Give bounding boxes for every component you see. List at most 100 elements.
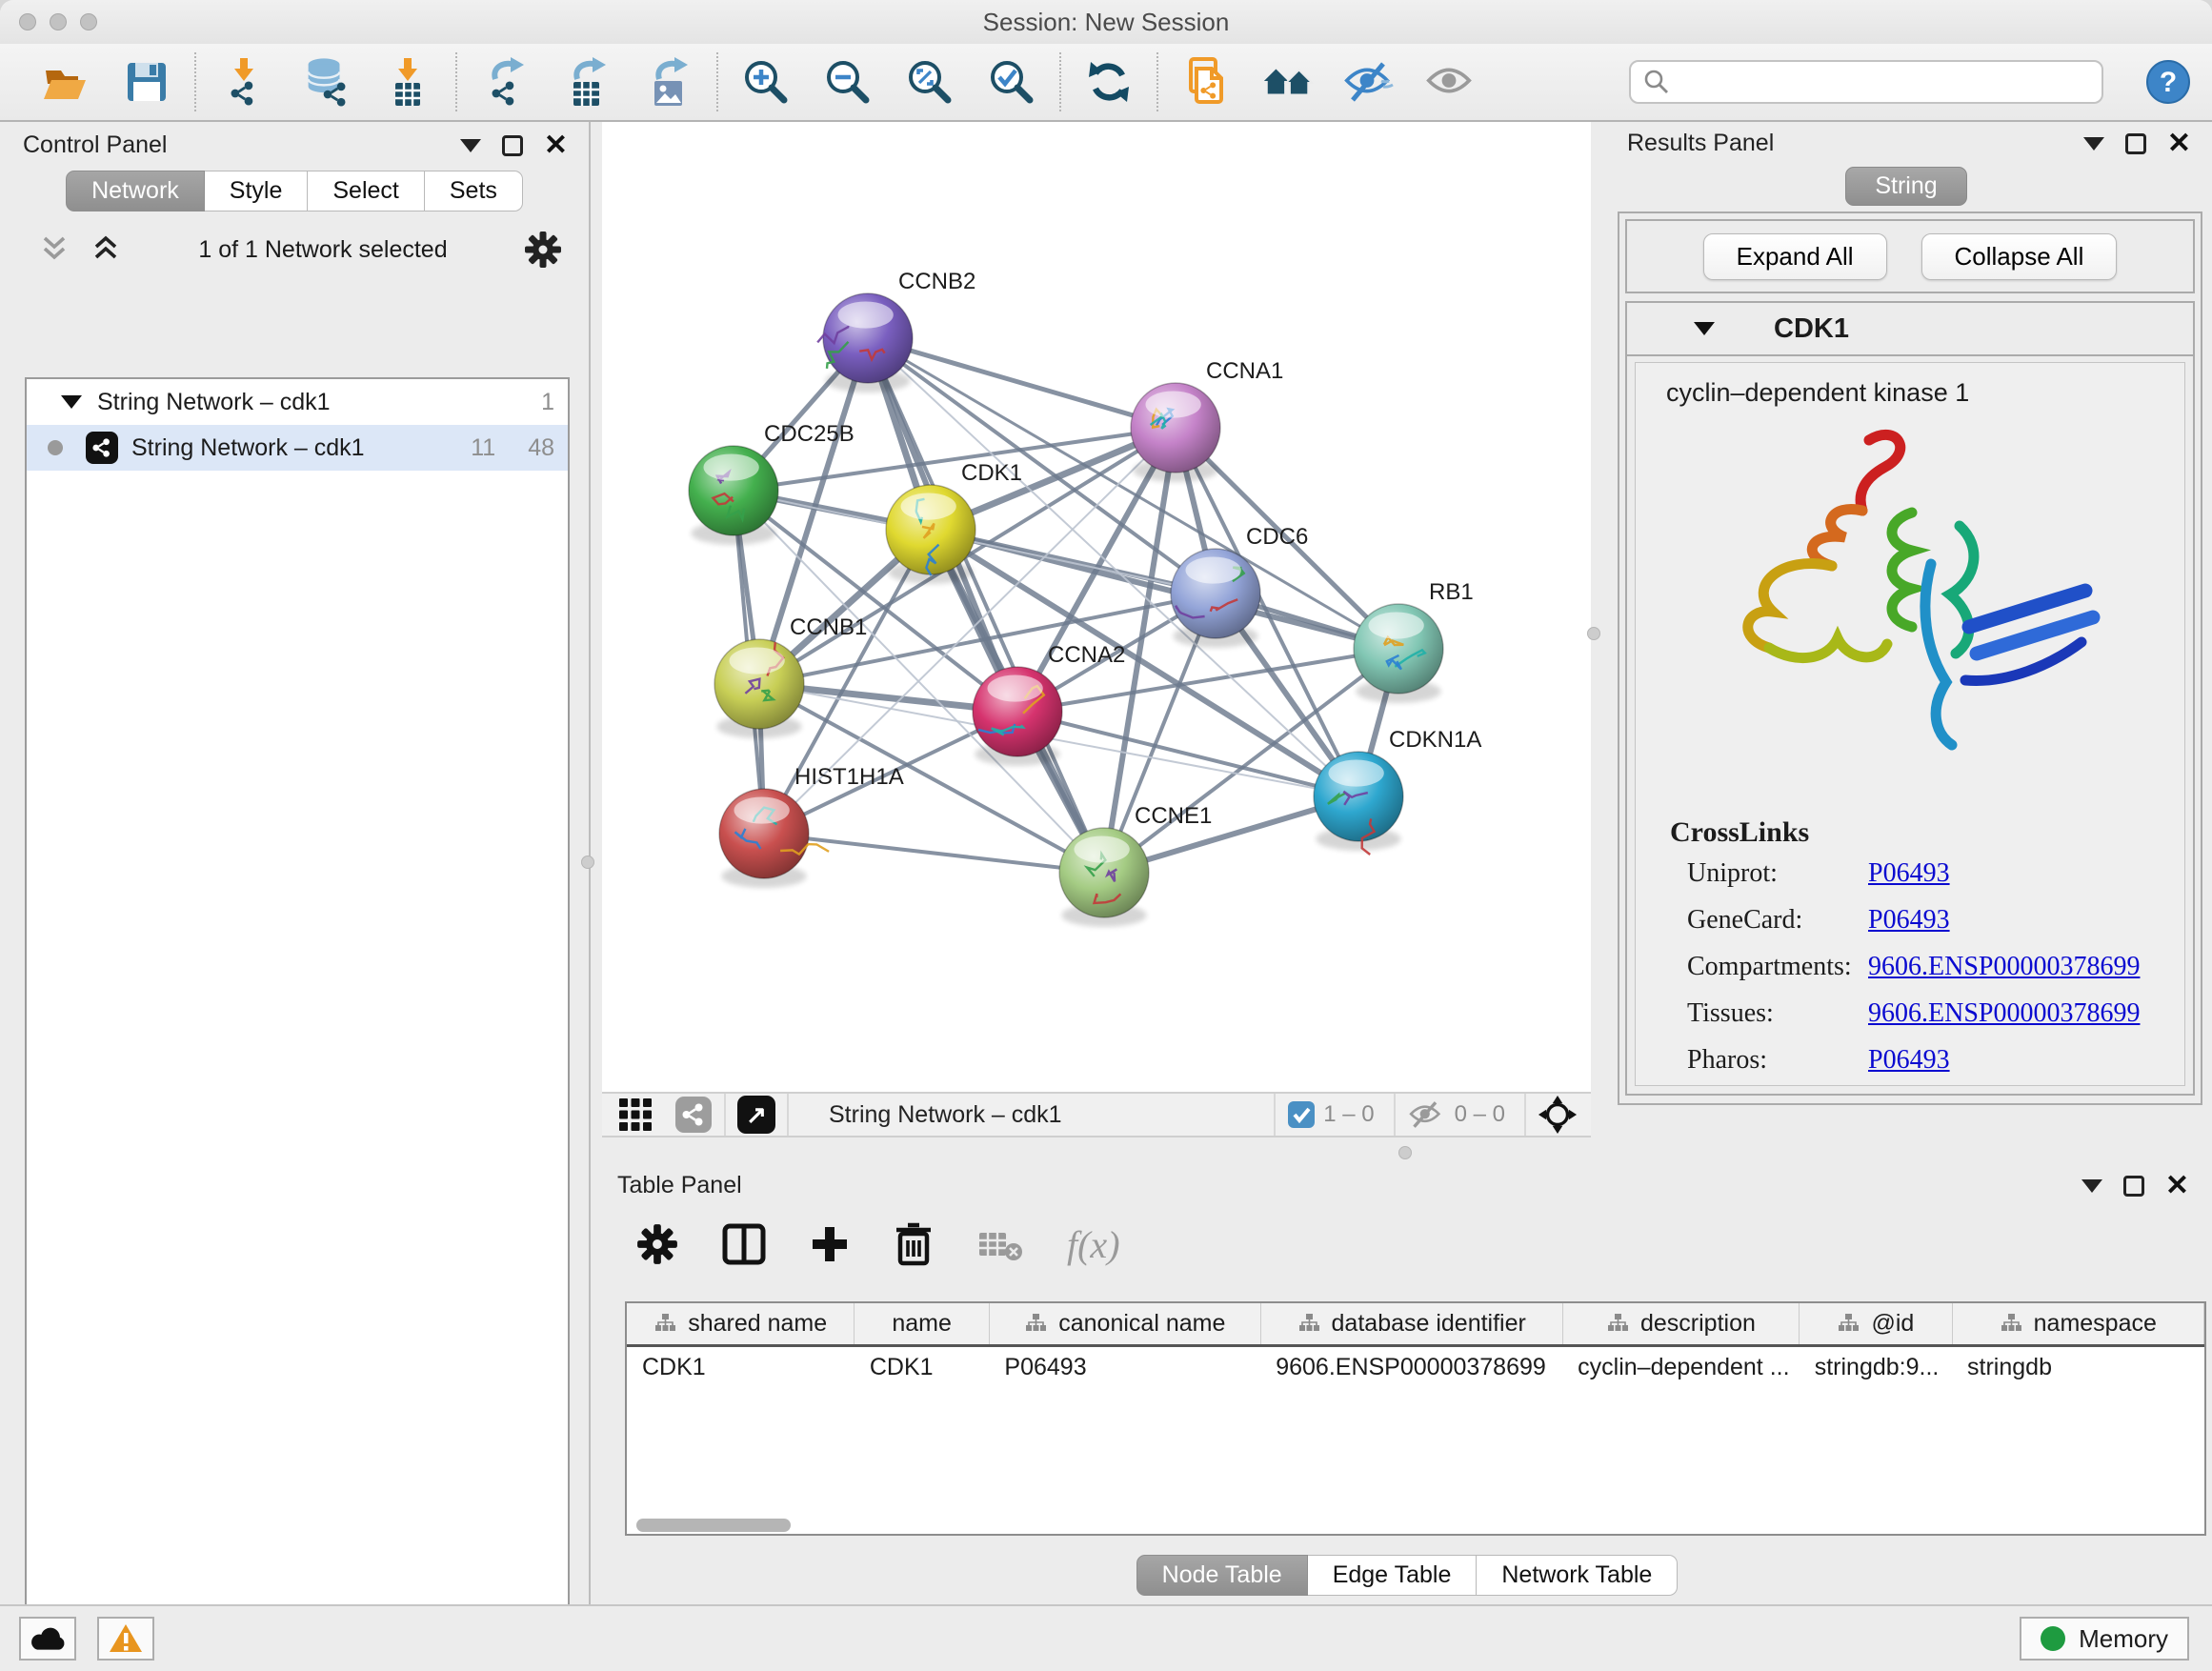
help-button[interactable]: ? xyxy=(2142,55,2195,109)
import-network-button[interactable] xyxy=(217,55,271,109)
export-table-button[interactable] xyxy=(560,55,613,109)
close-panel-icon[interactable]: ✕ xyxy=(2165,1176,2189,1197)
network-collection-row[interactable]: String Network – cdk1 1 xyxy=(27,379,568,425)
add-column-icon[interactable] xyxy=(810,1224,850,1264)
tab-string[interactable]: String xyxy=(1845,167,1966,206)
table-cell[interactable]: CDK1 xyxy=(627,1345,855,1389)
search-box[interactable] xyxy=(1629,60,2103,104)
gene-expander-icon[interactable] xyxy=(1694,322,1715,335)
column-header-description[interactable]: description xyxy=(1562,1303,1800,1345)
table-cell[interactable]: cyclin–dependent ... xyxy=(1562,1345,1800,1389)
gene-section-header[interactable]: CDK1 xyxy=(1627,303,2193,356)
node-CDKN1A[interactable] xyxy=(1314,752,1403,855)
network-row[interactable]: String Network – cdk1 11 48 xyxy=(27,425,568,471)
node-CCNE1[interactable] xyxy=(1059,828,1149,927)
collapse-all-button[interactable]: Collapse All xyxy=(1921,233,2118,280)
collapse-all-icon[interactable] xyxy=(38,234,70,265)
column-header-canonical-name[interactable]: canonical name xyxy=(989,1303,1260,1345)
node-CCNB2[interactable] xyxy=(817,293,913,393)
crosslink-link[interactable]: P06493 xyxy=(1868,1045,1950,1076)
show-labels-button[interactable] xyxy=(1425,55,1478,109)
crosslink-link[interactable]: P06493 xyxy=(1868,905,1950,936)
memory-button[interactable]: Memory xyxy=(2020,1617,2189,1661)
cloud-status-button[interactable] xyxy=(19,1617,76,1661)
zoom-in-button[interactable] xyxy=(739,55,793,109)
tab-edge-table[interactable]: Edge Table xyxy=(1308,1555,1478,1596)
table-horizontal-scrollbar[interactable] xyxy=(625,1517,2206,1534)
zoom-selected-button[interactable] xyxy=(985,55,1038,109)
column-header-name[interactable]: name xyxy=(855,1303,990,1345)
function-builder-button[interactable]: f(x) xyxy=(1067,1222,1120,1267)
open-session-button[interactable] xyxy=(38,55,91,109)
crosslink-link[interactable]: 9606.ENSP00000378699 xyxy=(1868,998,2140,1029)
delete-column-icon[interactable] xyxy=(894,1222,934,1266)
export-image-button[interactable] xyxy=(642,55,695,109)
collection-expander-icon[interactable] xyxy=(61,395,82,409)
save-session-button[interactable] xyxy=(120,55,173,109)
node-CCNB1[interactable] xyxy=(714,639,804,738)
panel-menu-icon[interactable] xyxy=(460,139,481,152)
tab-node-table[interactable]: Node Table xyxy=(1136,1555,1308,1596)
tab-network[interactable]: Network xyxy=(66,171,205,211)
column-header--id[interactable]: @id xyxy=(1800,1303,1952,1345)
node-CCNA2[interactable] xyxy=(973,667,1062,766)
table-cell[interactable]: P06493 xyxy=(989,1345,1260,1389)
import-network-from-database-button[interactable] xyxy=(299,55,352,109)
refresh-button[interactable] xyxy=(1082,55,1136,109)
hide-labels-button[interactable] xyxy=(1343,55,1397,109)
column-header-shared-name[interactable]: shared name xyxy=(627,1303,855,1345)
scrollbar-thumb[interactable] xyxy=(636,1519,791,1532)
tab-style[interactable]: Style xyxy=(205,171,309,211)
hidden-eye-icon[interactable] xyxy=(1407,1099,1447,1130)
table-cell[interactable]: 9606.ENSP00000378699 xyxy=(1260,1345,1562,1389)
expand-all-icon[interactable] xyxy=(90,234,122,265)
node-CDK1[interactable] xyxy=(886,485,975,584)
panel-menu-icon[interactable] xyxy=(2081,1179,2102,1193)
edge-HIST1H1A-CCNE1[interactable] xyxy=(764,834,1104,873)
node-CCNA1[interactable] xyxy=(1131,383,1220,482)
node-RB1[interactable] xyxy=(1354,604,1443,703)
panel-menu-icon[interactable] xyxy=(2083,137,2104,151)
column-header-database-identifier[interactable]: database identifier xyxy=(1260,1303,1562,1345)
table-cell[interactable]: CDK1 xyxy=(855,1345,990,1389)
export-network-button[interactable] xyxy=(478,55,532,109)
node-CDC6[interactable] xyxy=(1171,549,1260,648)
node-CDC25B[interactable] xyxy=(689,446,778,545)
close-panel-icon[interactable]: ✕ xyxy=(2167,133,2191,154)
open-in-browser-icon[interactable]: ↗ xyxy=(737,1096,775,1134)
network-badge-icon[interactable] xyxy=(674,1096,713,1134)
node-table[interactable]: shared namenamecanonical namedatabase id… xyxy=(625,1301,2206,1536)
table-row[interactable]: CDK1CDK1P064939606.ENSP00000378699cyclin… xyxy=(627,1345,2204,1389)
tab-network-table[interactable]: Network Table xyxy=(1477,1555,1678,1596)
table-options-gear-icon[interactable] xyxy=(636,1223,678,1265)
column-header-namespace[interactable]: namespace xyxy=(1952,1303,2203,1345)
import-table-button[interactable] xyxy=(381,55,434,109)
close-panel-icon[interactable]: ✕ xyxy=(544,135,568,156)
duplicate-network-button[interactable] xyxy=(1179,55,1233,109)
edge-CCNB2-CCNE1[interactable] xyxy=(868,338,1104,873)
table-cell[interactable]: stringdb:9... xyxy=(1800,1345,1952,1389)
show-columns-icon[interactable] xyxy=(722,1223,766,1265)
crosslink-link[interactable]: 9606.ENSP00000378699 xyxy=(1868,952,2140,982)
network-options-gear-icon[interactable] xyxy=(524,231,562,269)
float-panel-icon[interactable] xyxy=(2123,1176,2144,1197)
tab-select[interactable]: Select xyxy=(308,171,424,211)
search-input[interactable] xyxy=(1671,68,2090,96)
selected-checkbox-icon[interactable] xyxy=(1287,1100,1316,1129)
warnings-button[interactable] xyxy=(97,1617,154,1661)
grid-view-icon[interactable] xyxy=(617,1097,654,1133)
expand-all-button[interactable]: Expand All xyxy=(1703,233,1887,280)
zoom-out-button[interactable] xyxy=(821,55,875,109)
right-splitter-handle[interactable] xyxy=(1587,627,1600,640)
delete-table-icon[interactable] xyxy=(977,1227,1023,1261)
birdseye-navigator-icon[interactable] xyxy=(1538,1095,1578,1135)
crosslink-link[interactable]: P06493 xyxy=(1868,858,1950,889)
left-splitter-handle[interactable] xyxy=(581,856,594,869)
table-cell[interactable]: stringdb xyxy=(1952,1345,2203,1389)
edge-CCNB2-CCNA1[interactable] xyxy=(868,338,1176,428)
horizontal-splitter-handle[interactable] xyxy=(1398,1146,1412,1159)
tab-sets[interactable]: Sets xyxy=(425,171,523,211)
network-view-canvas[interactable]: CCNB2CCNA1CDC25BCDK1CDC6RB1CCNB1CCNA2CDK… xyxy=(602,122,1591,1092)
first-neighbors-button[interactable] xyxy=(1261,55,1315,109)
float-panel-icon[interactable] xyxy=(2125,133,2146,154)
